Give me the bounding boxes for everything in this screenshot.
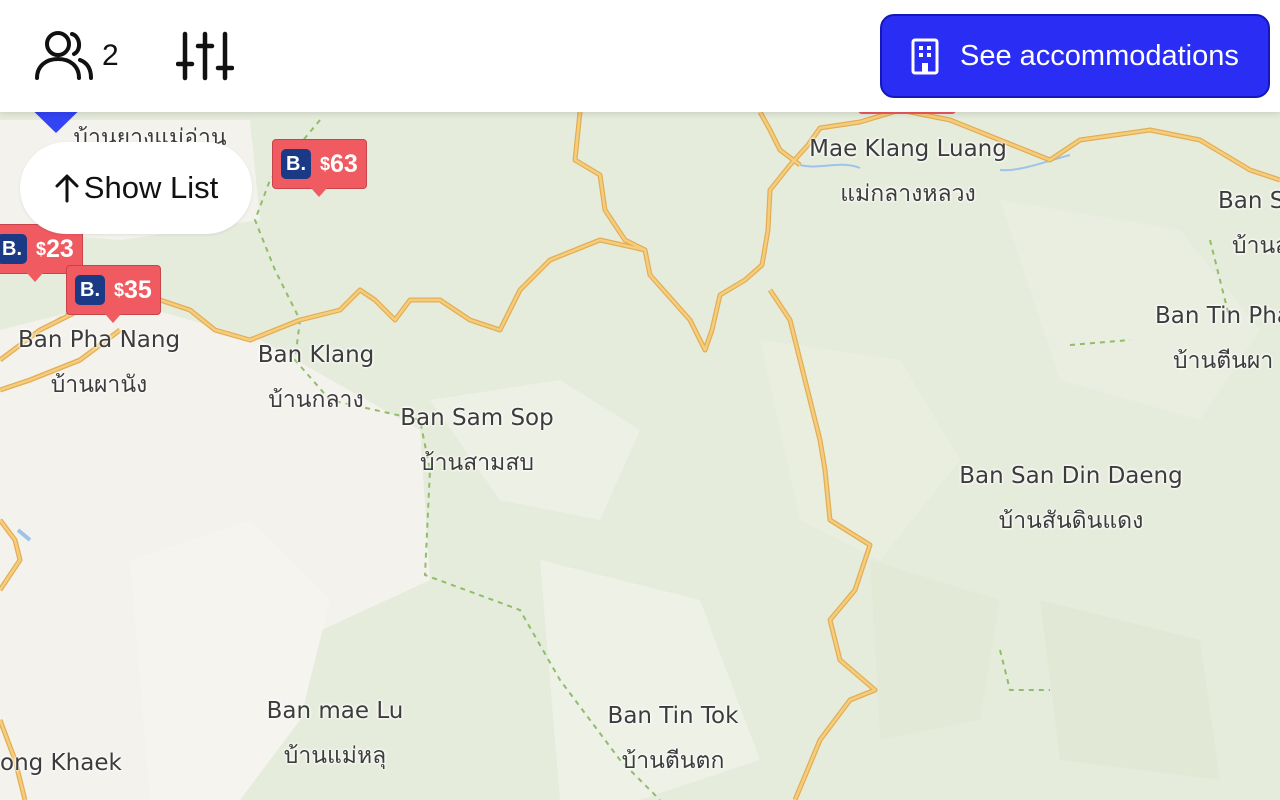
place-label: ong Khaek [0,750,122,776]
place-name-th: บ้านแม่หลุ [283,743,387,769]
booking-logo-icon: B. [0,234,27,264]
place-label: Ban S บ้านส [1218,188,1280,264]
place-name-th: บ้านส [1232,233,1280,259]
place-label: Ban Sam Sop บ้านสามสบ [400,405,553,481]
filters-button[interactable] [175,30,235,87]
place-name-th: บ้านสามสบ [419,450,534,476]
place-name-en: ong Khaek [0,750,122,776]
price-value: 23 [46,234,74,263]
place-name-en: Ban San Din Daeng [959,463,1183,489]
place-name-th: บ้านตีนตก [621,748,725,774]
place-label: Ban Tin Pha บ้านตีนผา [1155,303,1280,379]
price-currency: $ [36,238,47,259]
see-accommodations-button[interactable]: See accommodations [880,14,1270,98]
place-label: Ban San Din Daeng บ้านสันดินแดง [959,463,1182,539]
guest-count: 2 [102,39,119,72]
place-name-en: Ban Sam Sop [400,405,554,431]
price-currency: $ [320,153,331,174]
place-name-en: Ban S [1218,188,1280,214]
place-label: Ban Klang บ้านกลาง [258,342,375,418]
building-icon [911,38,939,75]
show-list-button[interactable]: Show List [20,142,252,234]
place-name-en: Ban Pha Nang [17,327,181,353]
price-tag[interactable]: B. $63 [272,139,367,197]
price-currency: $ [114,279,125,300]
place-name-th: บ้านกลาง [268,387,364,413]
place-label: Ban Tin Tok บ้านตีนตก [608,703,739,779]
guests-button[interactable]: 2 [34,30,119,82]
price-value: 63 [330,149,358,178]
top-bar: 2 See accommodations [0,0,1280,112]
place-name-en: Ban Tin Tok [607,703,739,729]
place-name-en: Ban mae Lu [266,698,404,724]
booking-logo-icon: B. [281,149,311,179]
place-name-en: Ban Tin Pha [1155,303,1280,329]
see-accommodations-label: See accommodations [960,39,1239,72]
place-name-th: บ้านผานัง [50,372,148,398]
booking-logo-icon: B. [75,275,105,305]
place-label: Ban mae Lu บ้านแม่หลุ [267,698,404,774]
users-icon [35,31,93,80]
map-canvas[interactable]: Mae Klang Luang แม่กลางหลวง Ban Pha Nang บ… [0,0,1280,800]
place-name-th: แม่กลางหลวง [840,181,976,207]
place-name-th: บ้านสันดินแดง [998,508,1144,534]
price-tag[interactable]: B. $35 [66,265,161,323]
show-list-label: Show List [83,170,219,205]
place-name-en: Ban Klang [257,342,375,368]
arrow-up-icon [55,174,79,203]
place-label: Ban Pha Nang บ้านผานัง [18,327,180,403]
place-name-en: Mae Klang Luang [809,136,1007,162]
place-name-th: บ้านตีนผา [1173,348,1274,374]
place-label: Mae Klang Luang แม่กลางหลวง [809,136,1007,212]
sliders-icon [175,31,235,81]
price-value: 35 [124,275,152,304]
